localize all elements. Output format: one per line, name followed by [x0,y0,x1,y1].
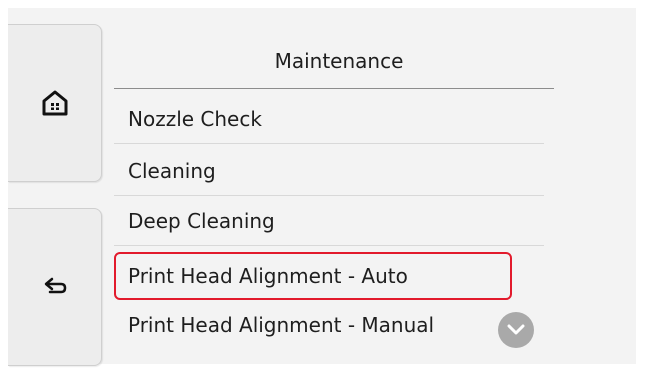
menu-item-label: Cleaning [128,158,216,183]
menu-item-print-head-alignment-auto[interactable]: Print Head Alignment - Auto [114,252,512,300]
title-divider [114,88,554,89]
printer-screen: Maintenance Nozzle Check Cleaning Deep C… [8,8,636,366]
menu-item-label: Nozzle Check [128,106,262,131]
back-button[interactable] [8,208,102,366]
scroll-down-button[interactable] [498,312,534,348]
menu-item-label: Print Head Alignment - Manual [128,313,435,337]
home-button[interactable] [8,24,102,182]
back-arrow-icon [44,277,66,294]
menu-item-cleaning[interactable]: Cleaning [114,146,544,196]
menu-item-nozzle-check[interactable]: Nozzle Check [114,94,544,144]
menu-item-print-head-alignment-manual[interactable]: Print Head Alignment - Manual [114,300,544,350]
page-title: Maintenance [274,49,404,73]
menu-item-deep-cleaning[interactable]: Deep Cleaning [114,196,544,246]
menu-item-label: Print Head Alignment - Auto [128,264,408,288]
home-icon [42,90,67,116]
chevron-down-icon [507,324,525,335]
menu-item-label: Deep Cleaning [128,208,275,233]
